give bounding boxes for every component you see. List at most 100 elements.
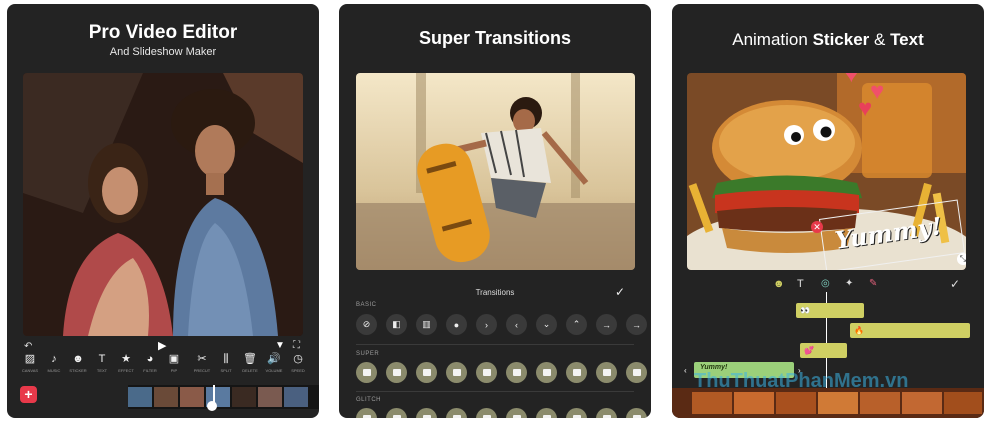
keyframe-icon[interactable]: ▼ (275, 340, 285, 351)
transitions-header: Transitions (475, 288, 515, 297)
watermark: ThuThuatPhanMem.vn (694, 370, 909, 392)
section-super-label: SUPER (356, 351, 380, 357)
transition-blur[interactable]: ▥ (416, 314, 437, 335)
transition-glitch-6[interactable] (506, 408, 527, 418)
tool-label: SPEED (291, 368, 305, 373)
burger-preview: ♥ ♥ ♥ Yummy! ✕ ⤡ (687, 73, 966, 270)
undo-icon[interactable]: ↶ (24, 341, 32, 352)
title-part: Sticker (812, 30, 870, 49)
fullscreen-icon[interactable]: ⛶ (293, 340, 300, 351)
tool-canvas[interactable]: ▨ CANVAS (17, 353, 43, 373)
palette-icon: ◕ (146, 353, 154, 365)
title-part: Animation (732, 30, 813, 49)
tool-label: STICKER (69, 368, 87, 373)
panel-title: Animation Sticker & Text (672, 30, 984, 50)
tool-sticker[interactable]: ☻ STICKER (65, 353, 91, 373)
transition-glitch-10[interactable] (626, 408, 647, 418)
divider (356, 344, 634, 345)
transition-fade[interactable]: ◧ (386, 314, 407, 335)
transition-super-7[interactable] (536, 362, 557, 383)
hatch-icon: ▨ (24, 353, 36, 365)
transition-glitch-5[interactable] (476, 408, 497, 418)
transition-super-2[interactable] (386, 362, 407, 383)
panel-title: Pro Video Editor (88, 22, 238, 43)
tool-speed[interactable]: ◷ SPEED (285, 353, 311, 373)
panel-subtitle: And Slideshow Maker (109, 46, 217, 58)
transition-super-3[interactable] (416, 362, 437, 383)
tool-effect[interactable]: ★ EFFECT (113, 353, 139, 373)
transition-slide-right[interactable]: → (596, 314, 617, 335)
delete-icon: 🗑 (243, 353, 257, 365)
add-clip-button[interactable]: + (20, 386, 37, 403)
title-part: Text (890, 30, 924, 49)
text-icon: T (98, 353, 106, 365)
speed-icon: ◷ (293, 353, 303, 365)
sticker-text[interactable]: Yummy! (833, 211, 944, 255)
tool-label: DELETE (242, 368, 258, 373)
section-basic-label: BASIC (356, 302, 377, 308)
timeline-clip-fire[interactable]: 🔥 (850, 323, 970, 338)
scrubber-handle[interactable] (207, 401, 217, 411)
sticker-icon[interactable]: ☻ (773, 278, 785, 290)
panel-video-editor: Pro Video Editor And Slideshow Maker ↶ ▶… (7, 4, 319, 418)
transition-none[interactable]: ⊘ (356, 314, 377, 335)
transition-super-8[interactable] (566, 362, 587, 383)
transition-down[interactable]: ⌄ (536, 314, 557, 335)
tool-music[interactable]: ♪ MUSIC (41, 353, 67, 373)
transition-glitch-9[interactable] (596, 408, 617, 418)
sticker-icon: ☻ (72, 353, 84, 365)
transition-circle[interactable]: ● (446, 314, 467, 335)
tool-label: TEXT (96, 368, 108, 373)
tool-label: PRECUT (193, 368, 211, 373)
chevron-left-icon[interactable]: ‹ (684, 366, 687, 375)
tool-precut[interactable]: ✂ PRECUT (189, 353, 215, 373)
split-icon: ⫼ (223, 353, 229, 365)
couple-photo (23, 73, 303, 336)
transition-push-right[interactable]: → (626, 314, 647, 335)
timeline-clip-hearts[interactable]: 💕 (800, 343, 847, 358)
scissors-icon: ✂ (197, 353, 207, 365)
heart-icon[interactable]: ♥ (843, 73, 860, 87)
divider (356, 391, 634, 392)
heart-icon[interactable]: ♥ (858, 97, 872, 121)
transition-glitch-4[interactable] (446, 408, 467, 418)
transition-glitch-3[interactable] (416, 408, 437, 418)
tool-filter[interactable]: ◕ FILTER (137, 353, 163, 373)
music-note-icon: ♪ (51, 353, 57, 365)
transition-super-6[interactable] (506, 362, 527, 383)
transition-right[interactable]: › (476, 314, 497, 335)
skater-photo (356, 73, 635, 270)
tool-text[interactable]: T TEXT (89, 353, 115, 373)
erase-icon[interactable]: ✎ (869, 278, 877, 289)
tool-pip[interactable]: ▣ PIP (161, 353, 187, 373)
checkmark-icon[interactable]: ✓ (615, 285, 625, 299)
gif-icon[interactable]: ◎ (821, 278, 830, 289)
tool-volume[interactable]: 🔊 VOLUME (261, 353, 287, 373)
magic-icon[interactable]: ✦ (845, 278, 853, 289)
transition-super-9[interactable] (596, 362, 617, 383)
timeline-clip-eyes[interactable]: 👀 (796, 303, 864, 318)
transition-glitch-8[interactable] (566, 408, 587, 418)
tool-delete[interactable]: 🗑 DELETE (237, 353, 263, 373)
tool-label: MUSIC (47, 368, 61, 373)
close-icon[interactable]: ✕ (811, 221, 823, 233)
skater-preview (356, 73, 635, 270)
transition-super-4[interactable] (446, 362, 467, 383)
transition-left[interactable]: ‹ (506, 314, 527, 335)
tool-split[interactable]: ⫼ SPLIT (213, 353, 239, 373)
tool-label: SPLIT (220, 368, 232, 373)
filmstrip[interactable] (128, 385, 319, 409)
resize-handle-icon[interactable]: ⤡ (957, 253, 966, 265)
play-icon[interactable]: ▶ (158, 339, 166, 352)
transition-super-5[interactable] (476, 362, 497, 383)
pip-icon: ▣ (168, 353, 180, 365)
transition-super-1[interactable] (356, 362, 377, 383)
transition-glitch-7[interactable] (536, 408, 557, 418)
transition-up[interactable]: ⌃ (566, 314, 587, 335)
transition-glitch-2[interactable] (386, 408, 407, 418)
transition-super-10[interactable] (626, 362, 647, 383)
checkmark-icon[interactable]: ✓ (950, 277, 960, 291)
title-part: & (869, 30, 891, 49)
transition-glitch-1[interactable] (356, 408, 377, 418)
text-icon[interactable]: T (797, 278, 804, 290)
